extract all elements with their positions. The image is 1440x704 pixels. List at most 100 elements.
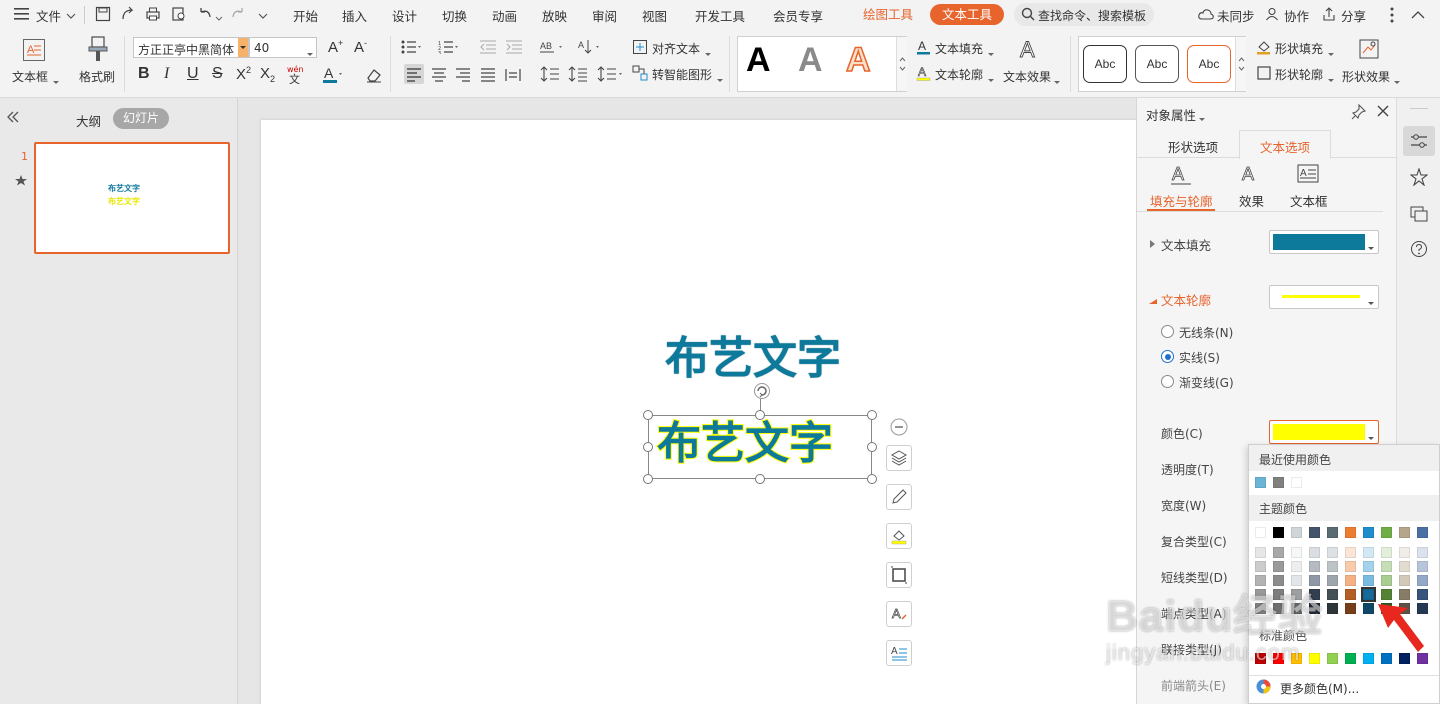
shape-style-2[interactable]: Abc [1135, 45, 1179, 83]
theme-color-swatch[interactable] [1363, 561, 1374, 572]
spacing-options-icon[interactable] [597, 64, 625, 87]
align-text-button[interactable]: 对齐文本 [652, 40, 700, 57]
text-style-orange[interactable]: A [845, 40, 871, 80]
gradient-line-label[interactable]: 渐变线(G) [1179, 374, 1234, 391]
text-outline-line-select[interactable] [1269, 285, 1379, 309]
strikethrough-button[interactable]: S [212, 65, 223, 83]
file-menu[interactable]: 文件 [36, 6, 61, 25]
theme-color-swatch[interactable] [1327, 589, 1338, 600]
help-icon[interactable] [1410, 240, 1428, 261]
recent-color-swatch[interactable] [1291, 477, 1302, 488]
theme-color-swatch[interactable] [1363, 527, 1374, 538]
theme-color-swatch[interactable] [1363, 575, 1374, 586]
more-icon[interactable] [1390, 7, 1394, 26]
resize-handle-nw[interactable] [643, 410, 653, 420]
search-box[interactable]: 查找命令、搜索模板 [1014, 3, 1154, 26]
selected-wordart-text[interactable]: 布艺文字 [656, 421, 834, 467]
theme-color-swatch[interactable] [1309, 527, 1320, 538]
font-size-select[interactable]: 40 [249, 37, 317, 58]
theme-color-swatch[interactable] [1417, 561, 1428, 572]
outline-color-select[interactable] [1269, 420, 1379, 444]
paragraph-spacing-icon[interactable] [568, 64, 588, 87]
theme-color-swatch[interactable] [1255, 561, 1266, 572]
theme-color-swatch[interactable] [1291, 561, 1302, 572]
subtab-textbox[interactable]: 文本框 [1290, 191, 1328, 210]
chevron-down-icon[interactable] [66, 9, 76, 23]
shape-effect-icon[interactable] [1358, 38, 1382, 65]
chevron-down-icon[interactable] [988, 72, 994, 86]
panel-title[interactable]: 对象属性 [1146, 105, 1196, 124]
collapse-ribbon-icon[interactable] [1411, 9, 1425, 23]
theme-color-swatch[interactable] [1381, 575, 1392, 586]
shape-effect-button[interactable]: 形状效果 [1342, 68, 1390, 85]
phonetic-icon[interactable]: wén 文 [286, 64, 310, 87]
text-style-gray[interactable]: A [798, 41, 823, 80]
increase-indent-icon[interactable] [506, 40, 522, 57]
shape-outline-icon[interactable] [1256, 65, 1272, 84]
more-colors-button[interactable]: 更多颜色(M)... [1280, 680, 1359, 697]
share-file-icon[interactable] [120, 6, 136, 25]
resize-handle-ne[interactable] [867, 410, 877, 420]
text-fill-icon[interactable]: A [916, 39, 932, 58]
theme-color-swatch[interactable] [1417, 527, 1428, 538]
theme-color-swatch[interactable] [1399, 575, 1410, 586]
slide[interactable]: 布艺文字 布艺文字 A A [261, 120, 1136, 704]
chevron-down-icon[interactable] [705, 46, 711, 60]
align-text-icon[interactable] [632, 39, 648, 58]
chevron-down-icon[interactable] [53, 74, 59, 88]
theme-color-swatch[interactable] [1273, 527, 1284, 538]
print-preview-icon[interactable] [171, 6, 187, 25]
collapse-panel-icon[interactable] [6, 111, 20, 126]
theme-color-swatch[interactable] [1381, 527, 1392, 538]
tab-outline[interactable]: 大纲 [76, 111, 101, 130]
solid-line-label[interactable]: 实线(S) [1179, 349, 1220, 366]
close-icon[interactable] [1377, 105, 1389, 120]
hamburger-icon[interactable] [14, 7, 30, 24]
theme-color-swatch[interactable] [1345, 547, 1356, 558]
recent-color-swatch[interactable] [1255, 477, 1266, 488]
layers-icon[interactable] [886, 445, 912, 471]
shape-style-1[interactable]: Abc [1083, 45, 1127, 83]
theme-color-swatch[interactable] [1399, 561, 1410, 572]
chevron-down-icon[interactable] [717, 72, 723, 86]
standard-color-swatch[interactable] [1309, 653, 1320, 664]
format-painter-icon[interactable] [87, 36, 109, 65]
chevron-down-icon[interactable] [1054, 74, 1060, 88]
tab-member[interactable]: 会员专享 [773, 6, 823, 25]
tab-shape-options[interactable]: 形状选项 [1168, 137, 1218, 156]
underline-button[interactable]: U [187, 65, 199, 83]
slide-title-text[interactable]: 布艺文字 [665, 337, 841, 381]
text-fill-label[interactable]: 文本填充 [1161, 235, 1211, 254]
collapse-toolbar-icon[interactable] [890, 418, 908, 439]
text-effect-button[interactable]: 文本效果 [1003, 68, 1051, 85]
redo-icon[interactable] [230, 6, 246, 25]
slide-thumbnail[interactable]: 布艺文字 布艺文字 [34, 142, 230, 254]
italic-button[interactable]: I [164, 65, 169, 83]
theme-color-swatch[interactable] [1327, 575, 1338, 586]
undo-icon[interactable] [197, 6, 213, 25]
theme-color-swatch[interactable] [1309, 547, 1320, 558]
resize-handle-se[interactable] [867, 474, 877, 484]
text-direction-icon[interactable]: AB [540, 39, 566, 58]
resize-handle-n[interactable] [755, 410, 765, 420]
bullet-list-icon[interactable] [401, 40, 423, 57]
theme-color-swatch[interactable] [1363, 547, 1374, 558]
align-left-icon[interactable] [404, 64, 424, 84]
theme-color-swatch[interactable] [1345, 561, 1356, 572]
theme-color-swatch[interactable] [1381, 547, 1392, 558]
radio-solid-line[interactable] [1161, 350, 1174, 363]
tab-insert[interactable]: 插入 [342, 6, 367, 25]
theme-color-swatch[interactable] [1255, 547, 1266, 558]
pen-icon[interactable] [886, 484, 912, 510]
textbox-props-icon[interactable]: A [1297, 164, 1319, 187]
collaborate-button[interactable]: 协作 [1284, 6, 1309, 25]
theme-color-swatch[interactable] [1345, 603, 1356, 614]
numbered-list-icon[interactable]: 123 [438, 40, 460, 57]
theme-color-swatch[interactable] [1327, 527, 1338, 538]
no-line-label[interactable]: 无线条(N) [1179, 324, 1233, 341]
tab-review[interactable]: 审阅 [592, 6, 617, 25]
text-outline-button[interactable]: 文本轮廓 [935, 66, 983, 83]
gallery-scroll[interactable] [1235, 37, 1246, 91]
tab-view[interactable]: 视图 [642, 6, 667, 25]
theme-color-swatch[interactable] [1399, 547, 1410, 558]
